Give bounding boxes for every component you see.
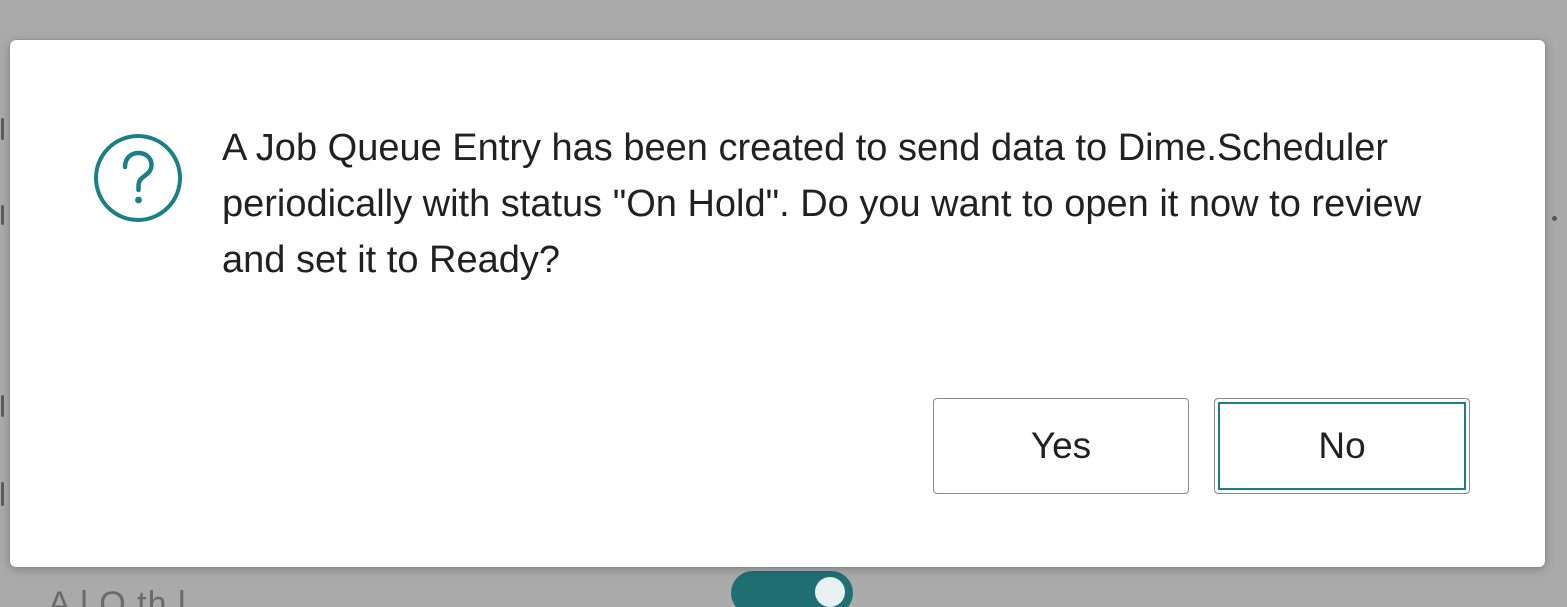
background-text-edge [1, 395, 4, 417]
background-toggle-knob [815, 577, 845, 607]
background-text-edge [1, 205, 4, 225]
screen: A l O th l A Job Queue Entry has been cr… [0, 0, 1567, 607]
no-button[interactable]: No [1214, 398, 1470, 494]
confirm-dialog: A Job Queue Entry has been created to se… [10, 40, 1545, 567]
background-more-icon [1552, 216, 1557, 221]
dialog-message: A Job Queue Entry has been created to se… [222, 127, 1422, 281]
background-text-edge [1, 118, 4, 140]
background-toggle [731, 571, 853, 607]
background-text-edge [1, 482, 4, 506]
yes-button[interactable]: Yes [933, 398, 1189, 494]
background-field-label: A l O th l [48, 585, 187, 607]
question-circle-icon [92, 132, 184, 224]
